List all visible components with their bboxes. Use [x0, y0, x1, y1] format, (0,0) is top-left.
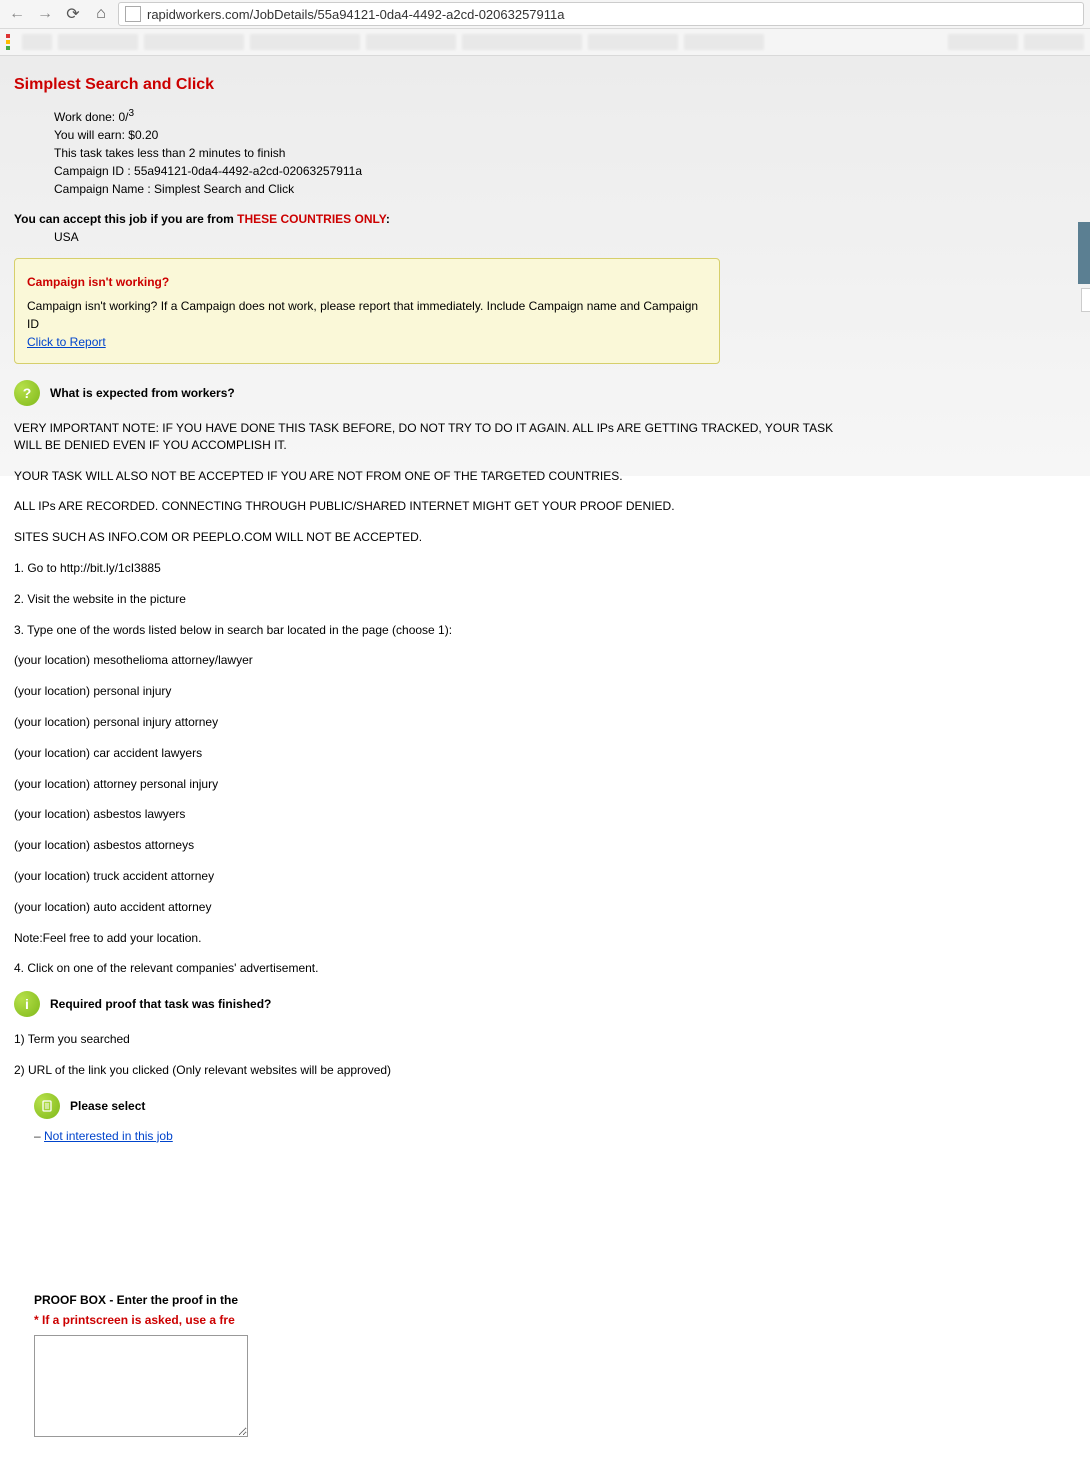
proof-body: 1) Term you searched 2) URL of the link y… [14, 1031, 854, 1079]
body-paragraph: Note:Feel free to add your location. [14, 930, 854, 947]
proof-heading-text: Required proof that task was finished? [50, 997, 271, 1011]
bookmark-item[interactable] [22, 34, 52, 50]
proof-textarea[interactable] [34, 1335, 248, 1437]
bookmark-item[interactable] [684, 34, 764, 50]
bookmark-item[interactable] [588, 34, 678, 50]
bookmark-item[interactable] [250, 34, 360, 50]
body-paragraph: (your location) car accident lawyers [14, 745, 854, 762]
browser-toolbar: ← → ⟳ ⌂ rapidworkers.com/JobDetails/55a9… [0, 0, 1090, 29]
body-paragraph: (your location) personal injury attorney [14, 714, 854, 731]
warning-box: Campaign isn't working? Campaign isn't w… [14, 258, 720, 364]
side-select-heading: Please select [34, 1093, 254, 1119]
proof-box-note: * If a printscreen is asked, use a fre [34, 1313, 254, 1327]
bookmark-item[interactable] [366, 34, 456, 50]
body-paragraph: (your location) truck accident attorney [14, 868, 854, 885]
body-paragraph: (your location) auto accident attorney [14, 899, 854, 916]
url-text: rapidworkers.com/JobDetails/55a94121-0da… [147, 7, 565, 22]
work-done: Work done: 0/ [54, 110, 128, 124]
side-select-title: Please select [70, 1099, 145, 1113]
bookmark-item[interactable] [462, 34, 582, 50]
country-list: USA [54, 230, 854, 244]
body-paragraph: 1) Term you searched [14, 1031, 854, 1048]
info-icon: i [14, 991, 40, 1017]
campaign-name: Campaign Name : Simplest Search and Clic… [54, 180, 854, 198]
body-paragraph: 4. Click on one of the relevant companie… [14, 960, 854, 977]
not-interested-link[interactable]: Not interested in this job [44, 1129, 173, 1143]
body-paragraph: ALL IPs ARE RECORDED. CONNECTING THROUGH… [14, 498, 854, 515]
expected-body: VERY IMPORTANT NOTE: IF YOU HAVE DONE TH… [14, 420, 854, 977]
warning-title: Campaign isn't working? [27, 273, 707, 291]
page-icon [125, 6, 141, 22]
ad-stub [1078, 222, 1090, 284]
body-paragraph: 2. Visit the website in the picture [14, 591, 854, 608]
body-paragraph: (your location) attorney personal injury [14, 776, 854, 793]
job-meta: Work done: 0/3 You will earn: $0.20 This… [54, 106, 854, 198]
apps-icon[interactable] [6, 34, 10, 50]
body-paragraph: 2) URL of the link you clicked (Only rel… [14, 1062, 854, 1079]
work-done-total: 3 [128, 108, 134, 119]
bookmark-item[interactable] [144, 34, 244, 50]
ad-stub [1081, 288, 1090, 312]
bookmarks-bar [0, 29, 1090, 56]
home-button[interactable]: ⌂ [90, 3, 112, 25]
body-paragraph: 1. Go to http://bit.ly/1cI3885 [14, 560, 854, 577]
page-title: Simplest Search and Click [14, 76, 854, 94]
accept-suffix: : [386, 212, 390, 226]
bookmark-item[interactable] [948, 34, 1018, 50]
accept-highlight: THESE COUNTRIES ONLY [237, 212, 386, 226]
earn-amount: You will earn: $0.20 [54, 126, 854, 144]
body-paragraph: 3. Type one of the words listed below in… [14, 622, 854, 639]
reload-button[interactable]: ⟳ [62, 3, 84, 25]
forward-button[interactable]: → [34, 3, 56, 25]
back-button[interactable]: ← [6, 3, 28, 25]
proof-heading: i Required proof that task was finished? [14, 991, 854, 1017]
url-bar[interactable]: rapidworkers.com/JobDetails/55a94121-0da… [118, 2, 1084, 26]
body-paragraph: (your location) asbestos attorneys [14, 837, 854, 854]
report-link[interactable]: Click to Report [27, 335, 106, 349]
proof-box-label: PROOF BOX - Enter the proof in the [34, 1293, 254, 1307]
body-paragraph: VERY IMPORTANT NOTE: IF YOU HAVE DONE TH… [14, 420, 854, 454]
campaign-id: Campaign ID : 55a94121-0da4-4492-a2cd-02… [54, 162, 854, 180]
expected-heading: ? What is expected from workers? [14, 380, 854, 406]
body-paragraph: YOUR TASK WILL ALSO NOT BE ACCEPTED IF Y… [14, 468, 854, 485]
clipboard-icon [34, 1093, 60, 1119]
body-paragraph: (your location) mesothelioma attorney/la… [14, 652, 854, 669]
expected-heading-text: What is expected from workers? [50, 386, 235, 400]
body-paragraph: (your location) asbestos lawyers [14, 806, 854, 823]
body-paragraph: SITES SUCH AS INFO.COM OR PEEPLO.COM WIL… [14, 529, 854, 546]
task-duration: This task takes less than 2 minutes to f… [54, 144, 854, 162]
not-interested-row: – Not interested in this job [34, 1129, 254, 1143]
bookmark-item[interactable] [58, 34, 138, 50]
bookmark-item[interactable] [1024, 34, 1084, 50]
warning-text: Campaign isn't working? If a Campaign do… [27, 297, 707, 333]
accept-line: You can accept this job if you are from … [14, 212, 854, 226]
accept-prefix: You can accept this job if you are from [14, 212, 237, 226]
question-icon: ? [14, 380, 40, 406]
body-paragraph: (your location) personal injury [14, 683, 854, 700]
